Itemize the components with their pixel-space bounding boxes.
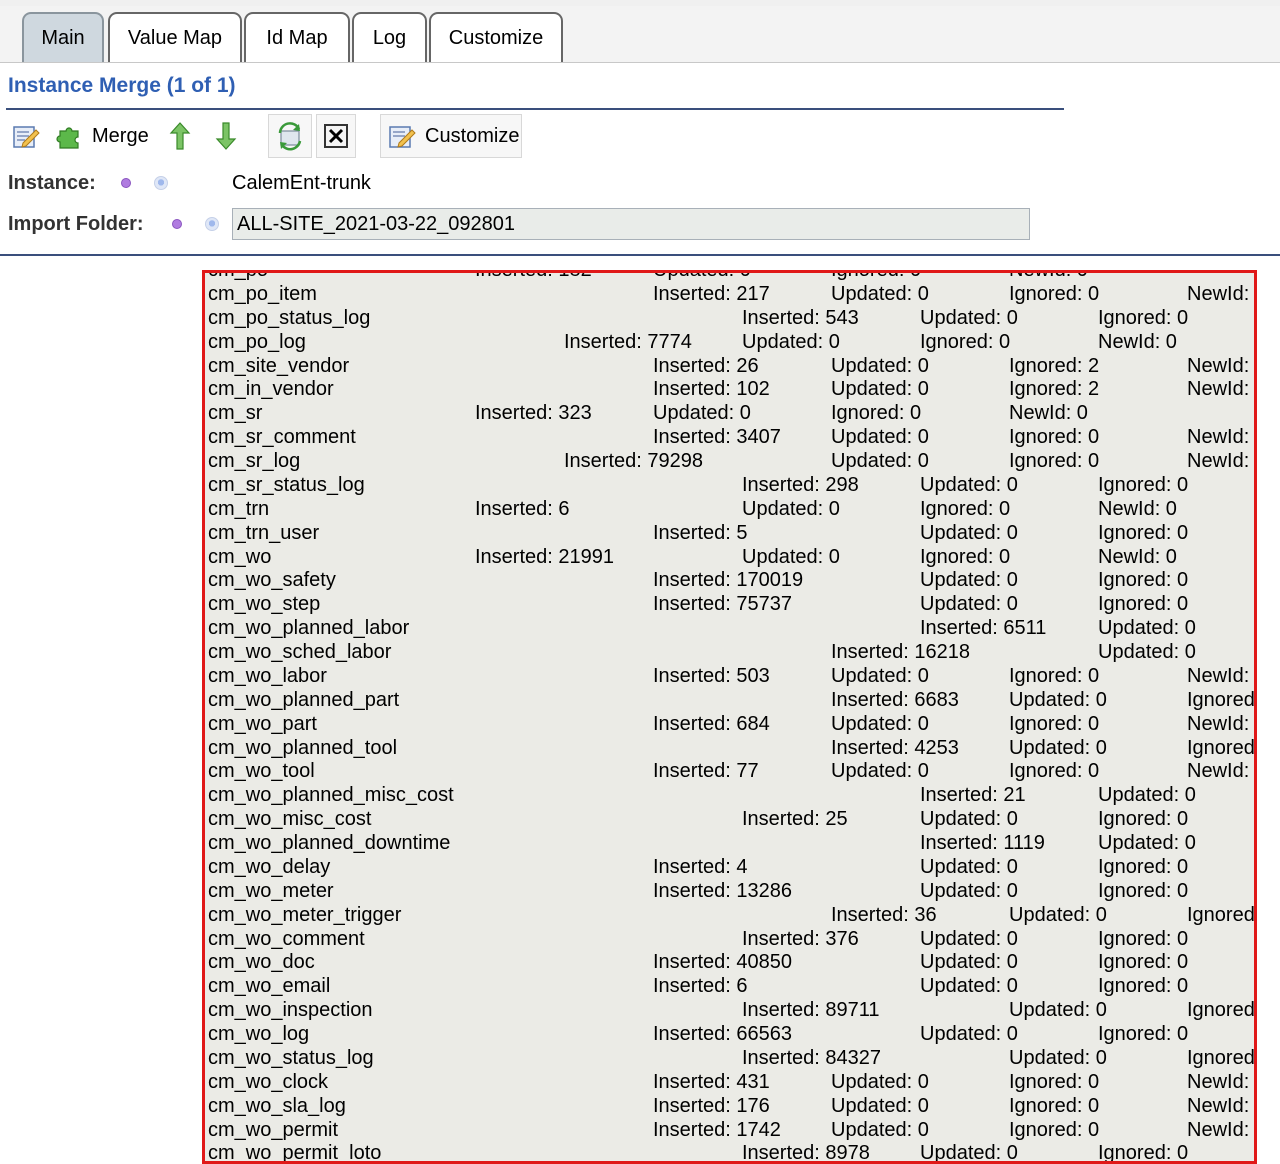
section-divider: [0, 254, 1280, 256]
tab-customize[interactable]: Customize: [429, 12, 563, 62]
edit-form-icon: [11, 121, 41, 151]
instance-label: Instance:: [8, 172, 96, 194]
move-down-button[interactable]: [206, 114, 246, 158]
merge-log-textarea[interactable]: cm_po Inserted: 182 Updated: 0 Ignored: …: [202, 270, 1257, 1164]
close-button[interactable]: [316, 114, 356, 158]
tab-value-map[interactable]: Value Map: [108, 12, 242, 62]
customize-icon: [387, 121, 417, 151]
customize-label: Customize: [425, 124, 520, 147]
arrow-down-icon: [215, 121, 237, 151]
import-folder-input[interactable]: [232, 208, 1030, 240]
arrow-up-icon: [169, 121, 191, 151]
instance-value: CalemEnt-trunk: [232, 172, 371, 194]
panel-title: Instance Merge (1 of 1): [8, 74, 236, 97]
move-up-button[interactable]: [162, 114, 198, 158]
lookup-icon[interactable]: [205, 217, 219, 231]
merge-button[interactable]: Merge: [52, 114, 156, 158]
tab-id-map[interactable]: Id Map: [244, 12, 350, 62]
tab-main[interactable]: Main: [22, 12, 104, 62]
lookup-icon[interactable]: [154, 176, 168, 190]
refresh-icon: [275, 121, 305, 151]
puzzle-piece-icon: [56, 122, 84, 150]
merge-label: Merge: [92, 124, 149, 147]
close-icon: [323, 123, 349, 149]
tab-log[interactable]: Log: [352, 12, 427, 62]
toolbar: Merge Customize: [0, 114, 1280, 162]
edit-button[interactable]: [6, 114, 46, 158]
refresh-button[interactable]: [268, 114, 312, 158]
tab-bar: Main Value Map Id Map Log Customize: [0, 6, 1280, 63]
required-indicator-icon: [121, 178, 131, 188]
merge-log-text: cm_po Inserted: 182 Updated: 0 Ignored: …: [208, 270, 1257, 1164]
customize-button[interactable]: Customize: [380, 114, 522, 158]
import-folder-label: Import Folder:: [8, 213, 144, 235]
required-indicator-icon: [172, 219, 182, 229]
title-divider: [6, 108, 1064, 110]
